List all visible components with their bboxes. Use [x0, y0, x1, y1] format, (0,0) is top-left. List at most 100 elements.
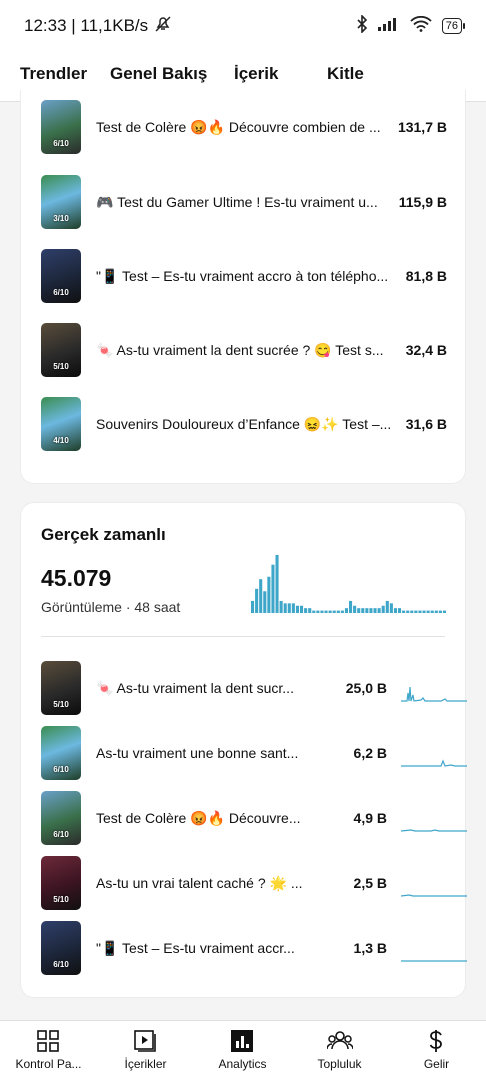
chart-bar [283, 603, 287, 613]
video-title: Test de Colère 😡🔥 Découvre combien de ..… [96, 119, 381, 135]
divider [41, 636, 445, 637]
nav-label: Topluluk [317, 1057, 362, 1071]
video-title: 🎮 Test du Gamer Ultime ! Es-tu vraiment … [96, 194, 378, 210]
chart-bar [385, 600, 389, 613]
realtime-card[interactable]: Gerçek zamanlı 45.079 Görüntüleme · 48 s… [20, 502, 467, 998]
video-views: 131,7 B [397, 119, 447, 135]
chart-bar [361, 608, 365, 613]
chart-bar [398, 608, 402, 613]
video-thumbnail: 3/10 [41, 175, 81, 229]
top-videos-card: 6/10 Test de Colère 😡🔥 Découvre combien … [20, 90, 466, 484]
nav-community[interactable]: Topluluk [291, 1021, 388, 1081]
chart-bar [287, 603, 291, 613]
chart-bar [336, 610, 340, 613]
content-icon [134, 1030, 156, 1052]
chart-bar [271, 564, 275, 613]
chart-bar [357, 608, 361, 613]
realtime-bar-chart [251, 555, 446, 613]
realtime-total: 45.079 [41, 565, 112, 591]
chart-bar [316, 610, 320, 613]
chart-bar [263, 591, 267, 613]
video-thumbnail: 5/10 [41, 856, 81, 910]
chart-bar [304, 608, 308, 613]
video-sparkline [401, 894, 467, 897]
video-views: 115,9 B [398, 194, 447, 210]
chart-bar [344, 608, 348, 613]
status-time: 12:33 | 11,1KB/s [24, 16, 149, 35]
realtime-subtitle: Görüntüleme · 48 saat [41, 599, 181, 615]
tab-overview[interactable]: Genel Bakış [110, 64, 208, 97]
video-title: 🍬 As-tu vraiment la dent sucr... [96, 680, 294, 696]
chart-bar [328, 610, 332, 613]
nav-content[interactable]: İçerikler [97, 1021, 194, 1081]
nav-label: İçerikler [124, 1057, 167, 1071]
video-thumbnail: 6/10 [41, 921, 81, 975]
video-thumbnail: 6/10 [41, 100, 81, 154]
status-bar: 12:33 | 11,1KB/s 76 [0, 0, 486, 52]
realtime-title: Gerçek zamanlı [41, 525, 166, 544]
chart-bar [267, 576, 271, 613]
chart-bar [324, 610, 328, 613]
chart-bar [320, 610, 324, 613]
chart-bar [442, 610, 446, 613]
list-item[interactable]: 5/10 🍬 As-tu vraiment la dent sucrée ? 😋… [21, 323, 467, 379]
tab-content[interactable]: İçerik [234, 64, 278, 84]
video-thumbnail: 6/10 [41, 249, 81, 303]
nav-label: Gelir [423, 1057, 450, 1071]
list-item[interactable]: 6/10 "📱 Test – Es-tu vraiment accro à to… [21, 249, 467, 305]
chart-bar [353, 605, 357, 613]
list-item[interactable]: 6/10 "📱 Test – Es-tu vraiment accr... 1,… [21, 921, 467, 977]
list-item[interactable]: 5/10 As-tu un vrai talent caché ? 🌟 ... … [21, 856, 467, 912]
video-title: As-tu vraiment une bonne sant... [96, 745, 299, 761]
video-views: 2,5 B [353, 875, 387, 891]
chart-bar [369, 608, 373, 613]
chart-bar [340, 610, 344, 613]
video-views: 1,3 B [353, 940, 387, 956]
chart-bar [279, 600, 283, 613]
list-item[interactable]: 6/10 As-tu vraiment une bonne sant... 6,… [21, 726, 467, 782]
chart-bar [426, 610, 430, 613]
chart-bar [393, 608, 397, 613]
nav-earn[interactable]: Gelir [388, 1021, 485, 1081]
list-item[interactable]: 6/10 Test de Colère 😡🔥 Découvre... 4,9 B [21, 791, 467, 847]
video-views: 32,4 B [405, 342, 447, 358]
chart-bar [430, 610, 434, 613]
chart-bar [295, 605, 299, 613]
video-views: 31,6 B [405, 416, 447, 432]
video-views: 81,8 B [405, 268, 447, 284]
chart-bar [438, 610, 442, 613]
bluetooth-icon [356, 13, 368, 38]
list-item[interactable]: 5/10 🍬 As-tu vraiment la dent sucr... 25… [21, 661, 467, 717]
video-thumbnail: 5/10 [41, 661, 81, 715]
tab-audience[interactable]: Kitle [327, 64, 364, 84]
list-item[interactable]: 3/10 🎮 Test du Gamer Ultime ! Es-tu vrai… [21, 175, 467, 231]
nav-analytics[interactable]: Analytics [194, 1021, 291, 1081]
battery-indicator: 76 [441, 18, 466, 34]
chart-bar [255, 588, 259, 613]
community-icon [327, 1031, 353, 1050]
chart-bar [422, 610, 426, 613]
mute-icon [154, 15, 172, 37]
bottom-nav: Kontrol Pa... İçerikler Analytics Toplul… [0, 1020, 486, 1081]
chart-bar [389, 603, 393, 613]
tab-trends[interactable]: Trendler [20, 64, 87, 84]
chart-bar [251, 600, 255, 613]
chart-bar [410, 610, 414, 613]
video-title: 🍬 As-tu vraiment la dent sucrée ? 😋 Test… [96, 342, 384, 358]
video-title: "📱 Test – Es-tu vraiment accro à ton tél… [96, 268, 389, 284]
chart-bar [381, 605, 385, 613]
wifi-icon [410, 15, 432, 37]
chart-bar [406, 610, 410, 613]
list-item[interactable]: 4/10 Souvenirs Douloureux d’Enfance 😖✨ T… [21, 397, 467, 453]
chart-bar [312, 610, 316, 613]
video-thumbnail: 4/10 [41, 397, 81, 451]
video-thumbnail: 6/10 [41, 791, 81, 845]
nav-dashboard[interactable]: Kontrol Pa... [0, 1021, 97, 1081]
chart-bar [414, 610, 418, 613]
earn-icon [429, 1030, 442, 1052]
chart-bar [349, 600, 353, 613]
video-sparkline [401, 759, 467, 767]
video-sparkline [401, 960, 467, 962]
list-item[interactable]: 6/10 Test de Colère 😡🔥 Découvre combien … [21, 100, 467, 156]
video-sparkline [401, 829, 467, 832]
